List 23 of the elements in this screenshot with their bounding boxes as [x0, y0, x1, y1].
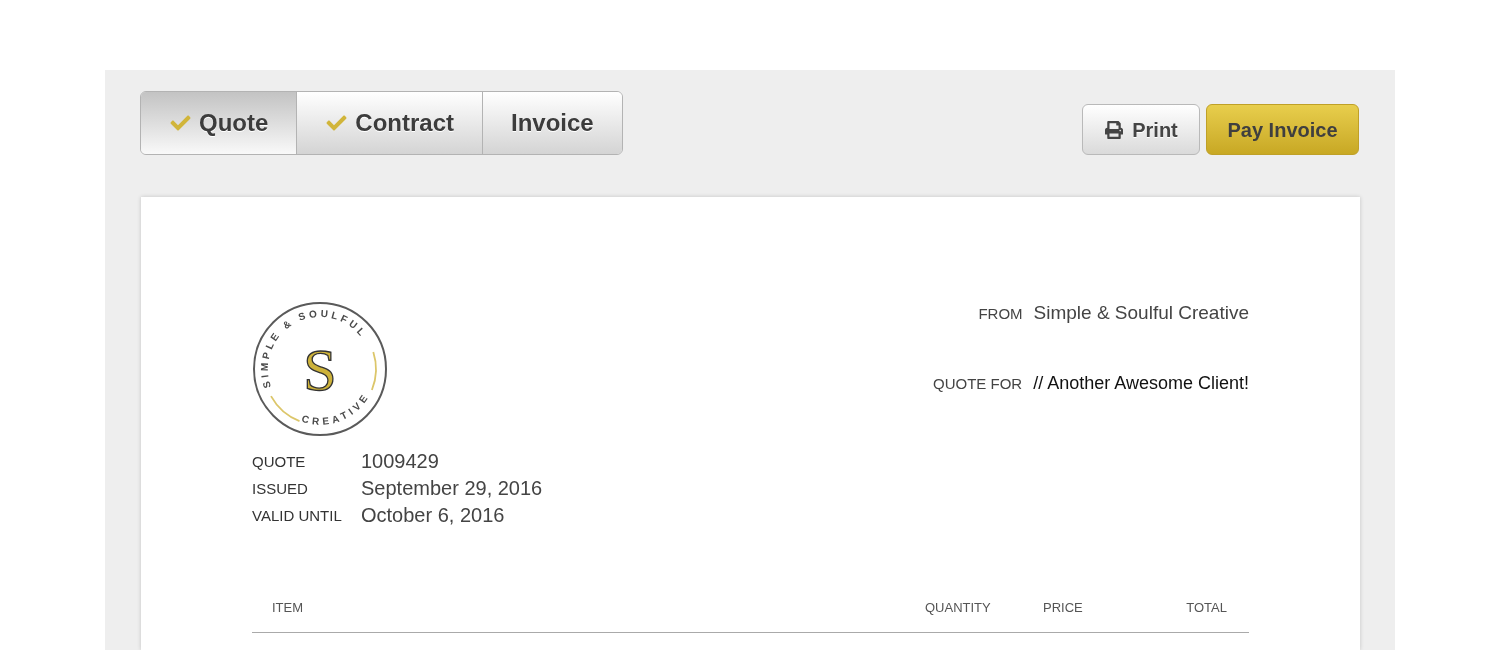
column-header: QUANTITY [925, 600, 992, 616]
document-tab[interactable]: Quote [141, 92, 297, 154]
meta-value: September 29, 2016 [361, 476, 543, 501]
party-label: FROM [978, 304, 1023, 324]
print-button[interactable]: Print [1082, 104, 1200, 155]
logo-accent-arc [270, 395, 301, 422]
column-header: ITEM [272, 600, 305, 616]
column-header: PRICE [1043, 600, 1084, 616]
logo-accent-arc [371, 351, 377, 391]
logo-monogram: S [303, 337, 337, 403]
document-tab[interactable]: Contract [296, 92, 482, 154]
meta-label: VALID UNTIL [252, 506, 343, 526]
meta-label: QUOTE [252, 452, 307, 472]
meta-value: October 6, 2016 [361, 503, 506, 528]
party-value: Simple & Soulful Creative [1033, 301, 1249, 325]
pay-invoice-button[interactable]: Pay Invoice [1206, 104, 1359, 155]
meta-value: 1009429 [361, 449, 440, 474]
meta-label: ISSUED [252, 479, 309, 499]
document-tab[interactable]: Invoice [482, 92, 622, 154]
party-label: QUOTE FOR [933, 374, 1023, 394]
column-header: TOTAL [1185, 600, 1227, 616]
printer-icon [1104, 120, 1125, 139]
party-value: // Another Awesome Client! [1033, 372, 1249, 395]
